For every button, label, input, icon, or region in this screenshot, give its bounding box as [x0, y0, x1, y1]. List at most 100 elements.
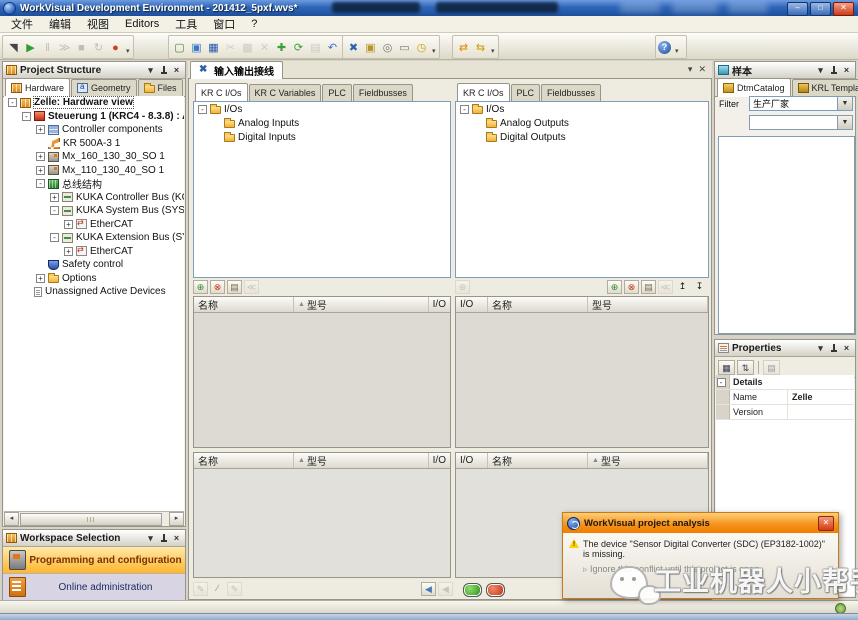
mute-button[interactable]: ◀: [421, 582, 436, 596]
popup-close-button[interactable]: ✕: [818, 516, 834, 531]
help-button[interactable]: ? ▾: [655, 35, 687, 59]
slash-icon[interactable]: ∕: [210, 582, 225, 596]
copy-icon[interactable]: ▩: [240, 38, 255, 57]
column-header[interactable]: 名称: [488, 453, 588, 468]
property-row[interactable]: NameZelle: [716, 390, 854, 405]
search-icon[interactable]: ◎: [380, 38, 395, 57]
tree-item[interactable]: +Safety control: [4, 258, 184, 272]
menu-item-6[interactable]: ?: [244, 18, 264, 30]
time-icon[interactable]: ◷: [414, 38, 429, 57]
close-icon[interactable]: ×: [171, 65, 182, 76]
catalog-tab-1[interactable]: KRL Templat: [792, 79, 858, 96]
tree-item[interactable]: -KUKA System Bus (SYS-X48): [4, 204, 184, 218]
tree-item[interactable]: +EtherCAT: [4, 245, 184, 259]
property-row[interactable]: Version: [716, 405, 854, 420]
open-project-icon[interactable]: ▣: [189, 38, 204, 57]
source-tab-0[interactable]: KR C I/Os: [195, 83, 248, 102]
remove-signal-button[interactable]: ✎: [227, 582, 242, 596]
show-signal-button[interactable]: ≪: [658, 280, 673, 294]
close-icon[interactable]: ✕: [698, 64, 706, 75]
show-signal-button[interactable]: ≪: [244, 280, 259, 294]
workspace-item-1[interactable]: Online administration: [3, 574, 185, 601]
red-filter-button[interactable]: [486, 583, 505, 597]
column-header[interactable]: I/O: [456, 453, 488, 468]
filter-combo[interactable]: 生产厂家 ▼: [749, 96, 853, 111]
target-tab-1[interactable]: PLC: [511, 84, 541, 101]
delete-icon[interactable]: ✕: [257, 38, 272, 57]
disconnect-io-button[interactable]: ⊗: [624, 280, 639, 294]
swap-connection-button[interactable]: ⊕: [455, 280, 470, 294]
sound-button[interactable]: ◀: [438, 582, 453, 596]
tree-item[interactable]: +Digital Inputs: [194, 130, 450, 144]
column-header[interactable]: I/O: [429, 297, 450, 312]
pointer-icon[interactable]: ◥: [6, 38, 21, 57]
tree-item[interactable]: +Controller components: [4, 123, 184, 137]
tree-item[interactable]: -Steuerung 1 (KRC4 - 8.3.8) : Acti: [4, 110, 184, 124]
tree-item[interactable]: +Unassigned Active Devices: [4, 285, 184, 299]
scroll-left-icon[interactable]: ◂: [4, 512, 19, 526]
column-header[interactable]: 名称: [488, 297, 588, 312]
compare-icon[interactable]: ⇄: [456, 38, 471, 57]
connect-io-button[interactable]: ⊕: [193, 280, 208, 294]
transfer-icon[interactable]: ⇆: [473, 38, 488, 57]
record-icon[interactable]: ●: [108, 38, 123, 57]
menu-item-4[interactable]: 工具: [168, 16, 204, 32]
source-tab-3[interactable]: Fieldbusses: [353, 84, 413, 101]
chevron-down-icon[interactable]: ▼: [837, 116, 852, 129]
column-header[interactable]: ▲型号: [588, 453, 708, 468]
refresh-icon[interactable]: ⟳: [291, 38, 306, 57]
tree-item[interactable]: -I/Os: [456, 102, 708, 116]
disconnect-io-button[interactable]: ⊗: [210, 280, 225, 294]
scrollbar-track[interactable]: [19, 513, 169, 525]
edit-connection-button[interactable]: ▤: [641, 280, 656, 294]
chevron-down-icon[interactable]: ▾: [815, 65, 826, 76]
tree-item[interactable]: +KUKA Controller Bus (KCB): [4, 191, 184, 205]
property-value[interactable]: Zelle: [788, 392, 854, 402]
chevron-down-icon[interactable]: ▼: [837, 97, 852, 110]
pin-icon[interactable]: [829, 65, 838, 76]
expander-icon[interactable]: -: [717, 378, 726, 387]
column-header[interactable]: 名称: [194, 453, 294, 468]
print-icon[interactable]: ▤: [308, 38, 323, 57]
property-section[interactable]: - Details: [716, 375, 854, 390]
tree-item[interactable]: +Digital Outputs: [456, 130, 708, 144]
connect-io-button[interactable]: ⊕: [607, 280, 622, 294]
tree-item[interactable]: +KR 500A-3 1: [4, 137, 184, 151]
column-header[interactable]: 名称: [194, 297, 294, 312]
tree-item[interactable]: +Options: [4, 272, 184, 286]
scrollbar-thumb[interactable]: [20, 513, 162, 526]
tree-item[interactable]: +EtherCAT: [4, 218, 184, 232]
close-icon[interactable]: ×: [841, 343, 852, 354]
column-header[interactable]: 型号: [588, 297, 708, 312]
maximize-button[interactable]: □: [810, 2, 831, 16]
run-icon[interactable]: ▶: [23, 38, 38, 57]
project-tab-1[interactable]: Geometry: [71, 79, 137, 96]
property-pages-button[interactable]: ▤: [763, 360, 780, 375]
pin-icon[interactable]: [829, 343, 838, 354]
tree-item[interactable]: -KUKA Extension Bus (SYS-X44): [4, 231, 184, 245]
add-icon[interactable]: ✚: [274, 38, 289, 57]
horizontal-scrollbar[interactable]: ◂ ▸: [4, 511, 184, 525]
toolbar-overflow-icon[interactable]: ▾: [432, 47, 436, 55]
popup-option[interactable]: Ignore this conflict until this project …: [583, 564, 832, 575]
target-tab-0[interactable]: KR C I/Os: [457, 83, 510, 102]
io-wiring-icon[interactable]: ✖: [346, 38, 361, 57]
pause-icon[interactable]: ‖: [40, 38, 55, 57]
catalog-list[interactable]: [718, 136, 855, 334]
categorized-button[interactable]: ▦: [718, 360, 735, 375]
step-icon[interactable]: ≫: [57, 38, 72, 57]
source-tab-1[interactable]: KR C Variables: [249, 84, 322, 101]
project-tab-2[interactable]: Files: [138, 79, 183, 96]
pin-icon[interactable]: [159, 65, 168, 76]
pin-icon[interactable]: [159, 533, 168, 544]
reset-icon[interactable]: ↻: [91, 38, 106, 57]
monitor-icon[interactable]: ▭: [397, 38, 412, 57]
scroll-right-icon[interactable]: ▸: [169, 512, 184, 526]
column-header[interactable]: ▲型号: [294, 453, 429, 468]
popup-title-bar[interactable]: WorkVisual project analysis ✕: [563, 513, 838, 534]
project-tab-0[interactable]: Hardware: [5, 78, 70, 97]
menu-item-2[interactable]: 视图: [80, 16, 116, 32]
column-header[interactable]: ▲型号: [294, 297, 429, 312]
collapse-all-button[interactable]: ↥: [675, 280, 690, 294]
edit-connection-button[interactable]: ▤: [227, 280, 242, 294]
